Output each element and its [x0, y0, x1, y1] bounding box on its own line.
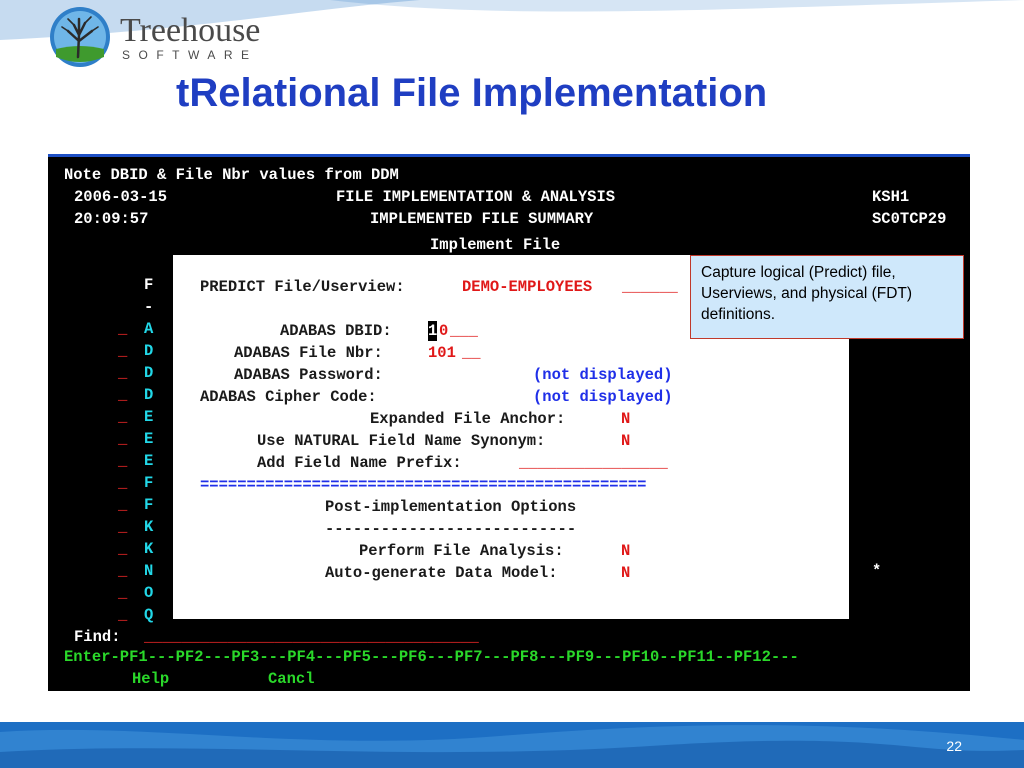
file-nbr-label: ADABAS File Nbr: [234, 344, 383, 362]
post-options-rule: --------------------------- [325, 520, 577, 538]
synonym-label: Use NATURAL Field Name Synonym: [257, 432, 546, 450]
analysis-field[interactable]: N [621, 541, 630, 561]
row-select-field[interactable]: _ [118, 319, 127, 339]
row-code: F [144, 474, 154, 492]
row-select-field[interactable]: _ [118, 473, 127, 493]
datamodel-field[interactable]: N [621, 563, 630, 583]
dbid-field[interactable]: 0 [439, 321, 448, 341]
row-select-field[interactable]: _ [118, 385, 127, 405]
slide-title: tRelational File Implementation [176, 71, 768, 115]
terminal-screen-title: FILE IMPLEMENTATION & ANALYSIS [336, 188, 616, 206]
column-header-rule: - [144, 298, 154, 316]
datamodel-label: Auto-generate Data Model: [325, 564, 558, 582]
row-select-field[interactable]: _ [118, 407, 127, 427]
row-select-field[interactable]: _ [118, 583, 127, 603]
row-select-field[interactable]: _ [118, 561, 127, 581]
terminal-time: 20:09:57 [74, 210, 149, 228]
prefix-field[interactable]: ________________ [519, 453, 668, 473]
callout-note: Capture logical (Predict) file, Userview… [690, 255, 964, 339]
row-code: K [144, 518, 154, 536]
find-label: Find: [74, 628, 121, 646]
popup-title: Implement File [430, 236, 561, 254]
prefix-label: Add Field Name Prefix: [257, 454, 462, 472]
row-select-field[interactable]: _ [118, 605, 127, 625]
cipher-label: ADABAS Cipher Code: [200, 388, 377, 406]
row-code: E [144, 430, 154, 448]
terminal-screenshot: Note DBID & File Nbr values from DDM 200… [48, 154, 970, 691]
tree-logo-icon [50, 7, 110, 67]
row-code: E [144, 408, 154, 426]
column-header: F [144, 276, 154, 294]
row-code: K [144, 540, 154, 558]
analysis-label: Perform File Analysis: [359, 542, 564, 560]
file-nbr-field[interactable]: 101 [428, 343, 456, 363]
predict-file-field[interactable]: DEMO-EMPLOYEES [462, 277, 592, 297]
dbid-label: ADABAS DBID: [280, 322, 392, 340]
row-code: Q [144, 606, 154, 624]
file-nbr-fill: __ [462, 344, 481, 362]
dbid-fill: ___ [450, 322, 478, 340]
row-code: F [144, 496, 154, 514]
predict-label: PREDICT File/Userview: [200, 278, 405, 296]
row-code: N [144, 562, 154, 580]
row-code: O [144, 584, 154, 602]
anchor-label: Expanded File Anchor: [370, 410, 566, 428]
synonym-field[interactable]: N [621, 431, 630, 451]
text-cursor: 1 [428, 321, 438, 341]
popup-title-bar: Implement File [173, 235, 849, 255]
row-select-field[interactable]: _ [118, 429, 127, 449]
find-input[interactable]: ____________________________________ [144, 627, 479, 647]
anchor-field[interactable]: N [621, 409, 630, 429]
row-code: D [144, 364, 154, 382]
row-select-field[interactable]: _ [118, 341, 127, 361]
page-number: 22 [946, 738, 962, 754]
logo-tagline: SOFTWARE [122, 48, 258, 62]
pf3-cancel-label[interactable]: Cancl [268, 669, 315, 689]
row-select-field[interactable]: _ [118, 517, 127, 537]
row-code: A [144, 320, 154, 338]
row-select-field[interactable]: _ [118, 495, 127, 515]
row-select-field[interactable]: _ [118, 363, 127, 383]
pf-key-line: Enter-PF1---PF2---PF3---PF4---PF5---PF6-… [64, 648, 799, 666]
logo-name: Treehouse [120, 12, 261, 49]
password-label: ADABAS Password: [234, 366, 383, 384]
row-select-field[interactable]: _ [118, 539, 127, 559]
terminal-screen: Note DBID & File Nbr values from DDM 200… [48, 157, 970, 694]
footer-band [0, 722, 1024, 768]
predict-file-fill: ______ [622, 278, 678, 296]
row-code: D [144, 342, 154, 360]
terminal-date: 2006-03-15 [74, 188, 168, 206]
section-separator: ========================================… [200, 476, 647, 494]
row-marker: * [872, 562, 882, 580]
cipher-field[interactable]: (not displayed) [533, 387, 673, 407]
row-code: E [144, 452, 154, 470]
password-field[interactable]: (not displayed) [533, 365, 673, 385]
terminal-user-id: KSH1 [872, 188, 910, 206]
row-select-field[interactable]: _ [118, 451, 127, 471]
post-options-title: Post-implementation Options [325, 498, 577, 516]
terminal-header-note: Note DBID & File Nbr values from DDM [64, 166, 399, 184]
row-code: D [144, 386, 154, 404]
pf1-help-label[interactable]: Help [132, 669, 169, 689]
terminal-screen-id: SC0TCP29 [872, 210, 947, 228]
terminal-screen-subtitle: IMPLEMENTED FILE SUMMARY [370, 210, 594, 228]
